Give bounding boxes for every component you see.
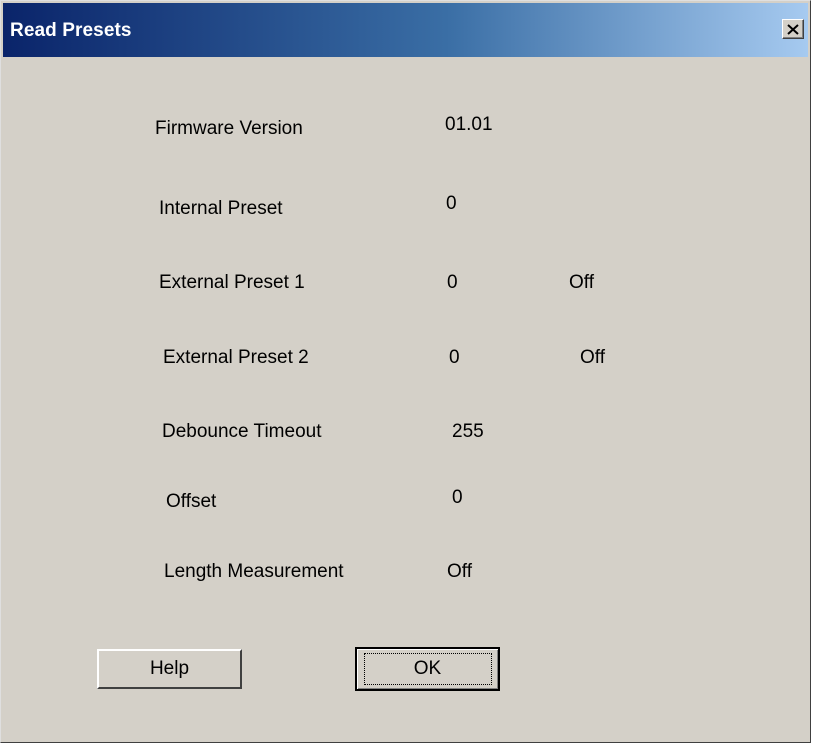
close-button[interactable] (782, 19, 804, 39)
dialog-body: Firmware Version 01.01 Internal Preset 0… (3, 57, 808, 740)
external-preset-2-value: 0 (449, 347, 460, 368)
external-preset-1-value: 0 (447, 272, 458, 293)
internal-preset-label: Internal Preset (159, 198, 283, 219)
firmware-version-label: Firmware Version (155, 118, 303, 139)
offset-value: 0 (452, 487, 463, 508)
external-preset-1-label: External Preset 1 (159, 272, 305, 293)
length-measurement-value: Off (447, 561, 472, 582)
external-preset-1-state: Off (569, 272, 594, 293)
debounce-timeout-value: 255 (452, 421, 484, 442)
firmware-version-value: 01.01 (445, 114, 493, 135)
ok-button-label: OK (363, 653, 492, 685)
external-preset-2-state: Off (580, 347, 605, 368)
help-button[interactable]: Help (97, 649, 242, 689)
ok-button[interactable]: OK (355, 647, 500, 691)
help-button-label: Help (149, 658, 190, 679)
length-measurement-label: Length Measurement (164, 561, 344, 582)
external-preset-2-label: External Preset 2 (163, 347, 309, 368)
window-title: Read Presets (10, 20, 132, 41)
internal-preset-value: 0 (446, 193, 457, 214)
debounce-timeout-label: Debounce Timeout (162, 421, 322, 442)
offset-label: Offset (166, 491, 217, 512)
read-presets-dialog: Read Presets Firmware Version 01.01 Inte… (0, 0, 811, 743)
title-bar[interactable]: Read Presets (3, 3, 808, 57)
close-icon (787, 23, 799, 35)
